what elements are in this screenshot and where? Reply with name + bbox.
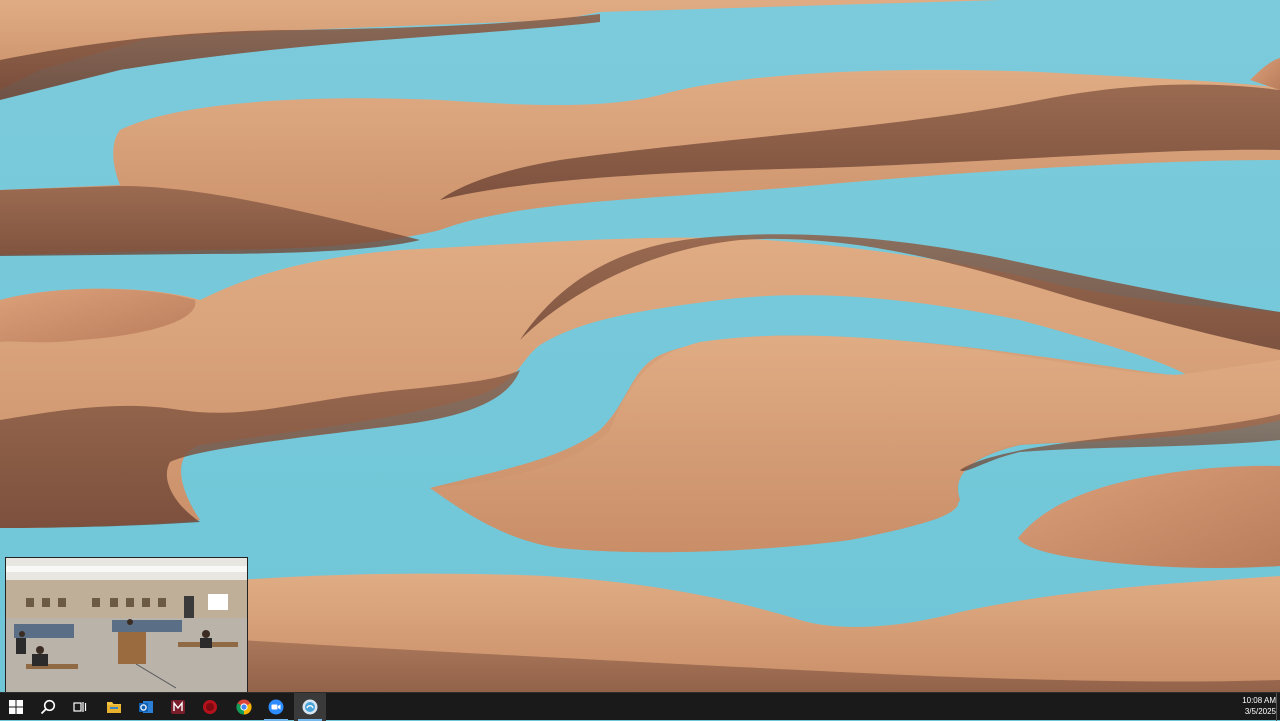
search-icon — [40, 699, 56, 715]
media-app-button[interactable] — [162, 693, 194, 721]
taskbar: 10:08 AM 3/5/2025 — [0, 692, 1280, 721]
search-button[interactable] — [32, 693, 64, 721]
clock-time: 10:08 AM — [1242, 696, 1276, 705]
outlook-button[interactable] — [130, 693, 162, 721]
meeting-room-image — [6, 558, 247, 692]
red-circle-icon — [203, 700, 217, 714]
outlook-icon — [139, 701, 153, 713]
task-view-icon — [73, 702, 87, 712]
folder-icon — [107, 702, 121, 713]
start-button[interactable] — [0, 693, 32, 721]
windows-logo-icon — [9, 700, 23, 714]
task-view-button[interactable] — [64, 693, 96, 721]
zoom-icon — [268, 699, 284, 715]
meeting-app-icon — [302, 699, 318, 715]
system-clock[interactable]: 10:08 AM 3/5/2025 — [1216, 695, 1276, 717]
clock-date: 3/5/2025 — [1244, 707, 1276, 716]
chrome-button[interactable] — [228, 693, 260, 721]
meeting-app-button[interactable] — [294, 693, 326, 721]
file-explorer-button[interactable] — [98, 693, 130, 721]
zoom-button[interactable] — [260, 693, 292, 721]
red-circle-app-button[interactable] — [194, 693, 226, 721]
chrome-icon — [236, 699, 252, 715]
show-desktop-button[interactable] — [1276, 693, 1280, 721]
media-app-icon — [171, 700, 185, 714]
video-thumbnail[interactable] — [6, 558, 247, 692]
